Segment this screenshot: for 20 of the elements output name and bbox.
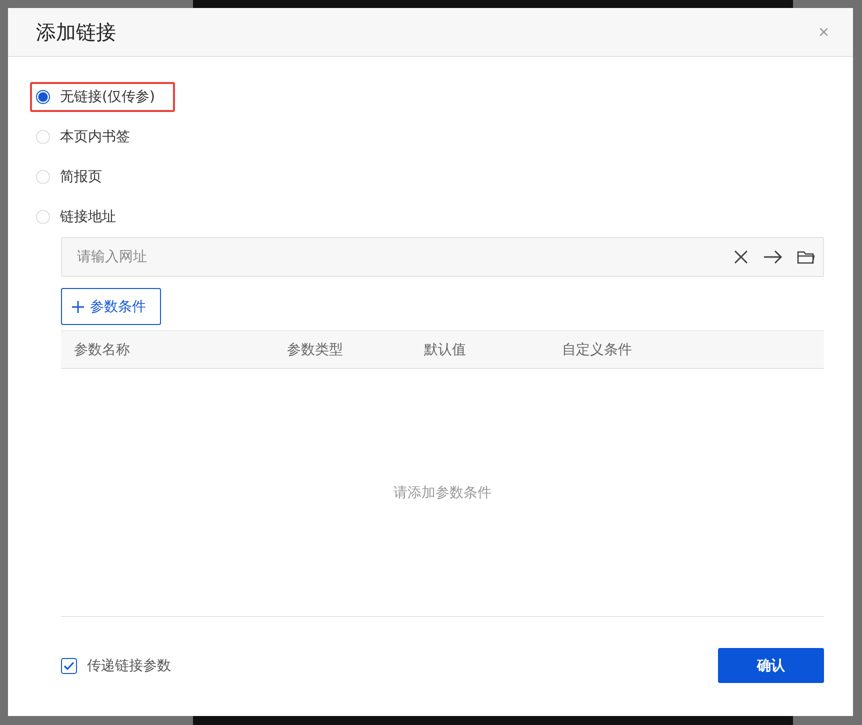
- folder-icon[interactable]: [797, 249, 815, 265]
- confirm-button[interactable]: 确认: [718, 648, 824, 683]
- checkbox[interactable]: [61, 658, 77, 674]
- column-header: 默认值: [424, 340, 467, 358]
- column-header: 参数类型: [287, 340, 344, 358]
- dialog-title: 添加链接: [36, 18, 116, 46]
- url-field[interactable]: 请输入网址: [61, 237, 824, 277]
- url-input[interactable]: 请输入网址: [75, 248, 719, 266]
- column-header: 参数名称: [74, 340, 131, 358]
- radio-option[interactable]: 链接地址: [30, 202, 136, 232]
- radio-option[interactable]: 简报页: [30, 162, 122, 192]
- checkbox-label: 传递链接参数: [87, 656, 171, 674]
- empty-text: 请添加参数条件: [394, 484, 492, 502]
- column-header: 自定义条件: [562, 340, 632, 358]
- arrow-right-icon[interactable]: [763, 249, 783, 265]
- radio-option[interactable]: 本页内书签: [30, 122, 150, 152]
- add-condition-button[interactable]: 参数条件: [61, 288, 161, 325]
- clear-icon[interactable]: [733, 249, 749, 265]
- plus-icon: [72, 300, 84, 312]
- radio-option[interactable]: 无链接(仅传参): [30, 82, 175, 112]
